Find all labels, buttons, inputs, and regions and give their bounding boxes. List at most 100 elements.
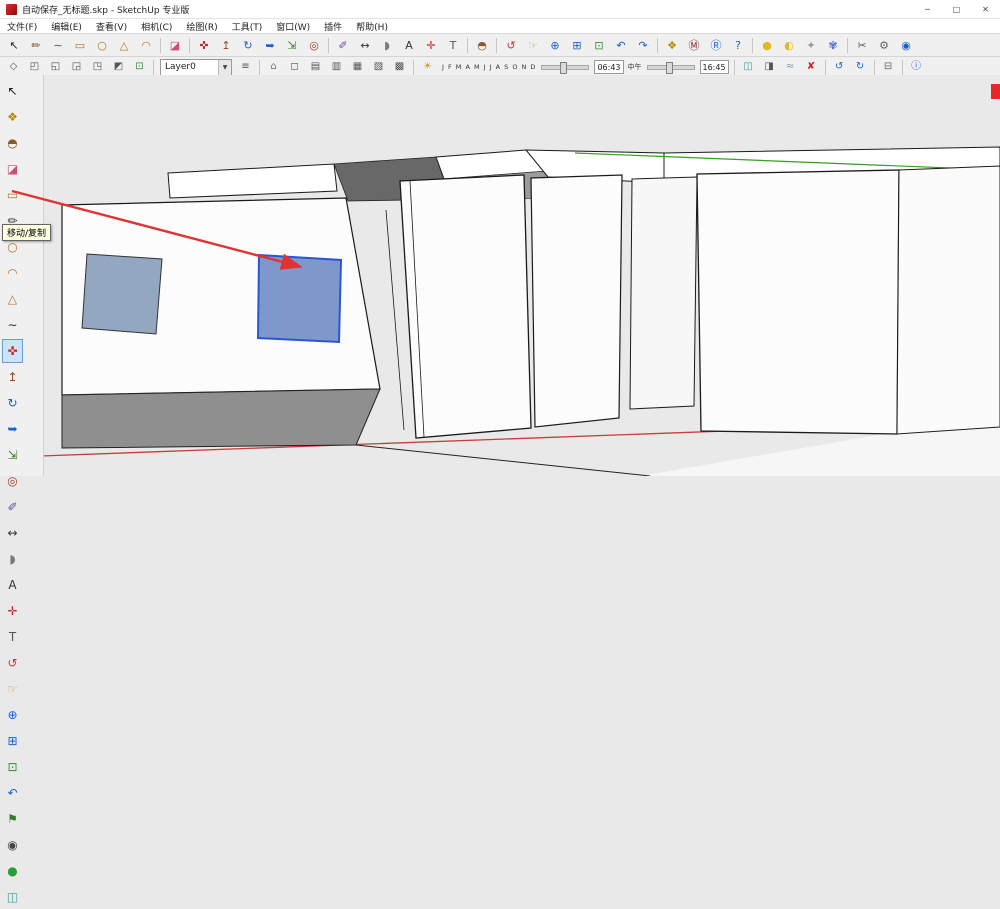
section-cuts-icon[interactable]: ◨ — [760, 58, 779, 76]
redo-icon[interactable]: ↻ — [851, 58, 870, 76]
axes-tool[interactable]: ✛ — [421, 35, 441, 55]
tape-measure-tool[interactable]: ✐ — [333, 35, 353, 55]
eraser-tool[interactable]: ◪ — [165, 35, 185, 55]
shadow-time-start[interactable]: 06:43 — [594, 60, 624, 74]
paint-bucket-tool[interactable]: ◓ — [472, 35, 492, 55]
push-pull-tool[interactable]: ↥ — [216, 35, 236, 55]
orbit-tool[interactable]: ↺ — [501, 35, 521, 55]
lt-section-plane-tool[interactable]: ◫ — [2, 885, 23, 909]
lt-rotate-tool[interactable]: ↻ — [2, 391, 23, 415]
gear-icon[interactable]: ⚙ — [874, 35, 894, 55]
display-shaded-icon[interactable]: ▥ — [327, 58, 346, 76]
lt-move-tool[interactable]: ✜ — [2, 339, 23, 363]
text-tool[interactable]: A — [399, 35, 419, 55]
menu-draw[interactable]: 绘图(R) — [179, 20, 224, 33]
menu-window[interactable]: 窗口(W) — [269, 20, 317, 33]
lt-protractor-tool[interactable]: ◗ — [2, 547, 23, 571]
view-left-icon[interactable]: ◩ — [109, 58, 128, 76]
lt-paint-bucket-tool[interactable]: ◓ — [2, 131, 23, 155]
menu-tools[interactable]: 工具(T) — [225, 20, 270, 33]
polygon-tool[interactable]: △ — [114, 35, 134, 55]
scale-tool[interactable]: ⇲ — [282, 35, 302, 55]
menu-file[interactable]: 文件(F) — [0, 20, 44, 33]
flower-icon[interactable]: ✾ — [823, 35, 843, 55]
display-backedge-icon[interactable]: ▩ — [390, 58, 409, 76]
time-slider-thumb[interactable] — [665, 61, 673, 74]
lt-walk-tool[interactable]: ● — [2, 859, 23, 883]
display-xray-icon[interactable]: ⌂ — [264, 58, 283, 76]
menu-help[interactable]: 帮助(H) — [349, 20, 395, 33]
make-component-tool[interactable]: ❖ — [662, 35, 682, 55]
move-tool[interactable]: ✜ — [194, 35, 214, 55]
lt-offset-tool[interactable]: ◎ — [2, 469, 23, 493]
chevron-down-icon[interactable]: ▼ — [218, 59, 231, 75]
offset-tool[interactable]: ◎ — [304, 35, 324, 55]
protractor-tool[interactable]: ◗ — [377, 35, 397, 55]
view-front-icon[interactable]: ◱ — [46, 58, 65, 76]
lt-arc-tool[interactable]: ◠ — [2, 261, 23, 285]
share-model-icon[interactable]: Ⓡ — [706, 35, 726, 55]
display-wireframe-icon[interactable]: ◻ — [285, 58, 304, 76]
star-icon[interactable]: ✦ — [801, 35, 821, 55]
arc-tool[interactable]: ◠ — [136, 35, 156, 55]
zoom-tool[interactable]: ⊕ — [545, 35, 565, 55]
wall-panel-4[interactable] — [696, 169, 900, 435]
shadow-time-end[interactable]: 16:45 — [699, 60, 729, 74]
lt-zoom-extents-tool[interactable]: ⊡ — [2, 755, 23, 779]
rotate-tool[interactable]: ↻ — [238, 35, 258, 55]
lt-axes-tool[interactable]: ✛ — [2, 599, 23, 623]
wall-panel-5[interactable] — [896, 165, 1000, 435]
display-textured-icon[interactable]: ▦ — [348, 58, 367, 76]
lt-polygon-tool[interactable]: △ — [2, 287, 23, 311]
window-left[interactable] — [81, 253, 163, 335]
lt-3d-text-tool[interactable]: T — [2, 625, 23, 649]
previous-view-tool[interactable]: ↶ — [611, 35, 631, 55]
zoom-extents-tool[interactable]: ⊡ — [589, 35, 609, 55]
lt-orbit-tool[interactable]: ↺ — [2, 651, 23, 675]
display-mono-icon[interactable]: ▧ — [369, 58, 388, 76]
freehand-tool[interactable]: ∼ — [48, 35, 68, 55]
scissors-icon[interactable]: ✂ — [852, 35, 872, 55]
model-info-icon[interactable]: ⓘ — [907, 58, 926, 76]
zoom-window-tool[interactable]: ⊞ — [567, 35, 587, 55]
view-top-icon[interactable]: ◰ — [25, 58, 44, 76]
close-button[interactable]: ✕ — [971, 0, 1000, 18]
layer-dropdown[interactable]: Layer0 ▼ — [160, 58, 232, 76]
lt-tape-measure-tool[interactable]: ✐ — [2, 495, 23, 519]
undo-icon[interactable]: ↺ — [830, 58, 849, 76]
lt-dimension-tool[interactable]: ↔ — [2, 521, 23, 545]
model-viewport[interactable] — [44, 75, 1000, 476]
ground-patch[interactable] — [61, 388, 381, 449]
globe-icon[interactable]: ◉ — [896, 35, 916, 55]
rectangle-tool[interactable]: ▭ — [70, 35, 90, 55]
3d-text-tool[interactable]: T — [443, 35, 463, 55]
help-icon[interactable]: ? — [728, 35, 748, 55]
wall-panel-1[interactable] — [399, 174, 532, 439]
follow-me-tool[interactable]: ➥ — [260, 35, 280, 55]
sun-icon[interactable]: ● — [757, 35, 777, 55]
lt-pan-tool[interactable]: ☞ — [2, 677, 23, 701]
lt-make-component-tool[interactable]: ❖ — [2, 105, 23, 129]
dimension-tool[interactable]: ↔ — [355, 35, 375, 55]
maximize-button[interactable]: □ — [942, 0, 971, 18]
lt-push-pull-tool[interactable]: ↥ — [2, 365, 23, 389]
date-slider-thumb[interactable] — [560, 61, 568, 74]
menu-edit[interactable]: 编辑(E) — [44, 20, 89, 33]
shadow-date-slider[interactable] — [541, 61, 590, 74]
shadow-time-slider[interactable] — [646, 61, 695, 74]
lt-select-tool[interactable]: ↖ — [2, 79, 23, 103]
next-view-tool[interactable]: ↷ — [633, 35, 653, 55]
view-back-icon[interactable]: ◳ — [88, 58, 107, 76]
view-iso-icon[interactable]: ◇ — [4, 58, 23, 76]
delete-icon[interactable]: ✘ — [802, 58, 821, 76]
view-right-icon[interactable]: ◲ — [67, 58, 86, 76]
print-icon[interactable]: ⊟ — [879, 58, 898, 76]
shadow-ball-icon[interactable]: ◐ — [779, 35, 799, 55]
lt-zoom-window-tool[interactable]: ⊞ — [2, 729, 23, 753]
window-selected[interactable] — [256, 253, 343, 344]
menu-plugins[interactable]: 插件 — [317, 20, 349, 33]
wall-panel-3[interactable] — [629, 176, 698, 410]
warehouse-icon[interactable]: Ⓜ — [684, 35, 704, 55]
lt-eraser-tool[interactable]: ◪ — [2, 157, 23, 181]
lt-scale-tool[interactable]: ⇲ — [2, 443, 23, 467]
